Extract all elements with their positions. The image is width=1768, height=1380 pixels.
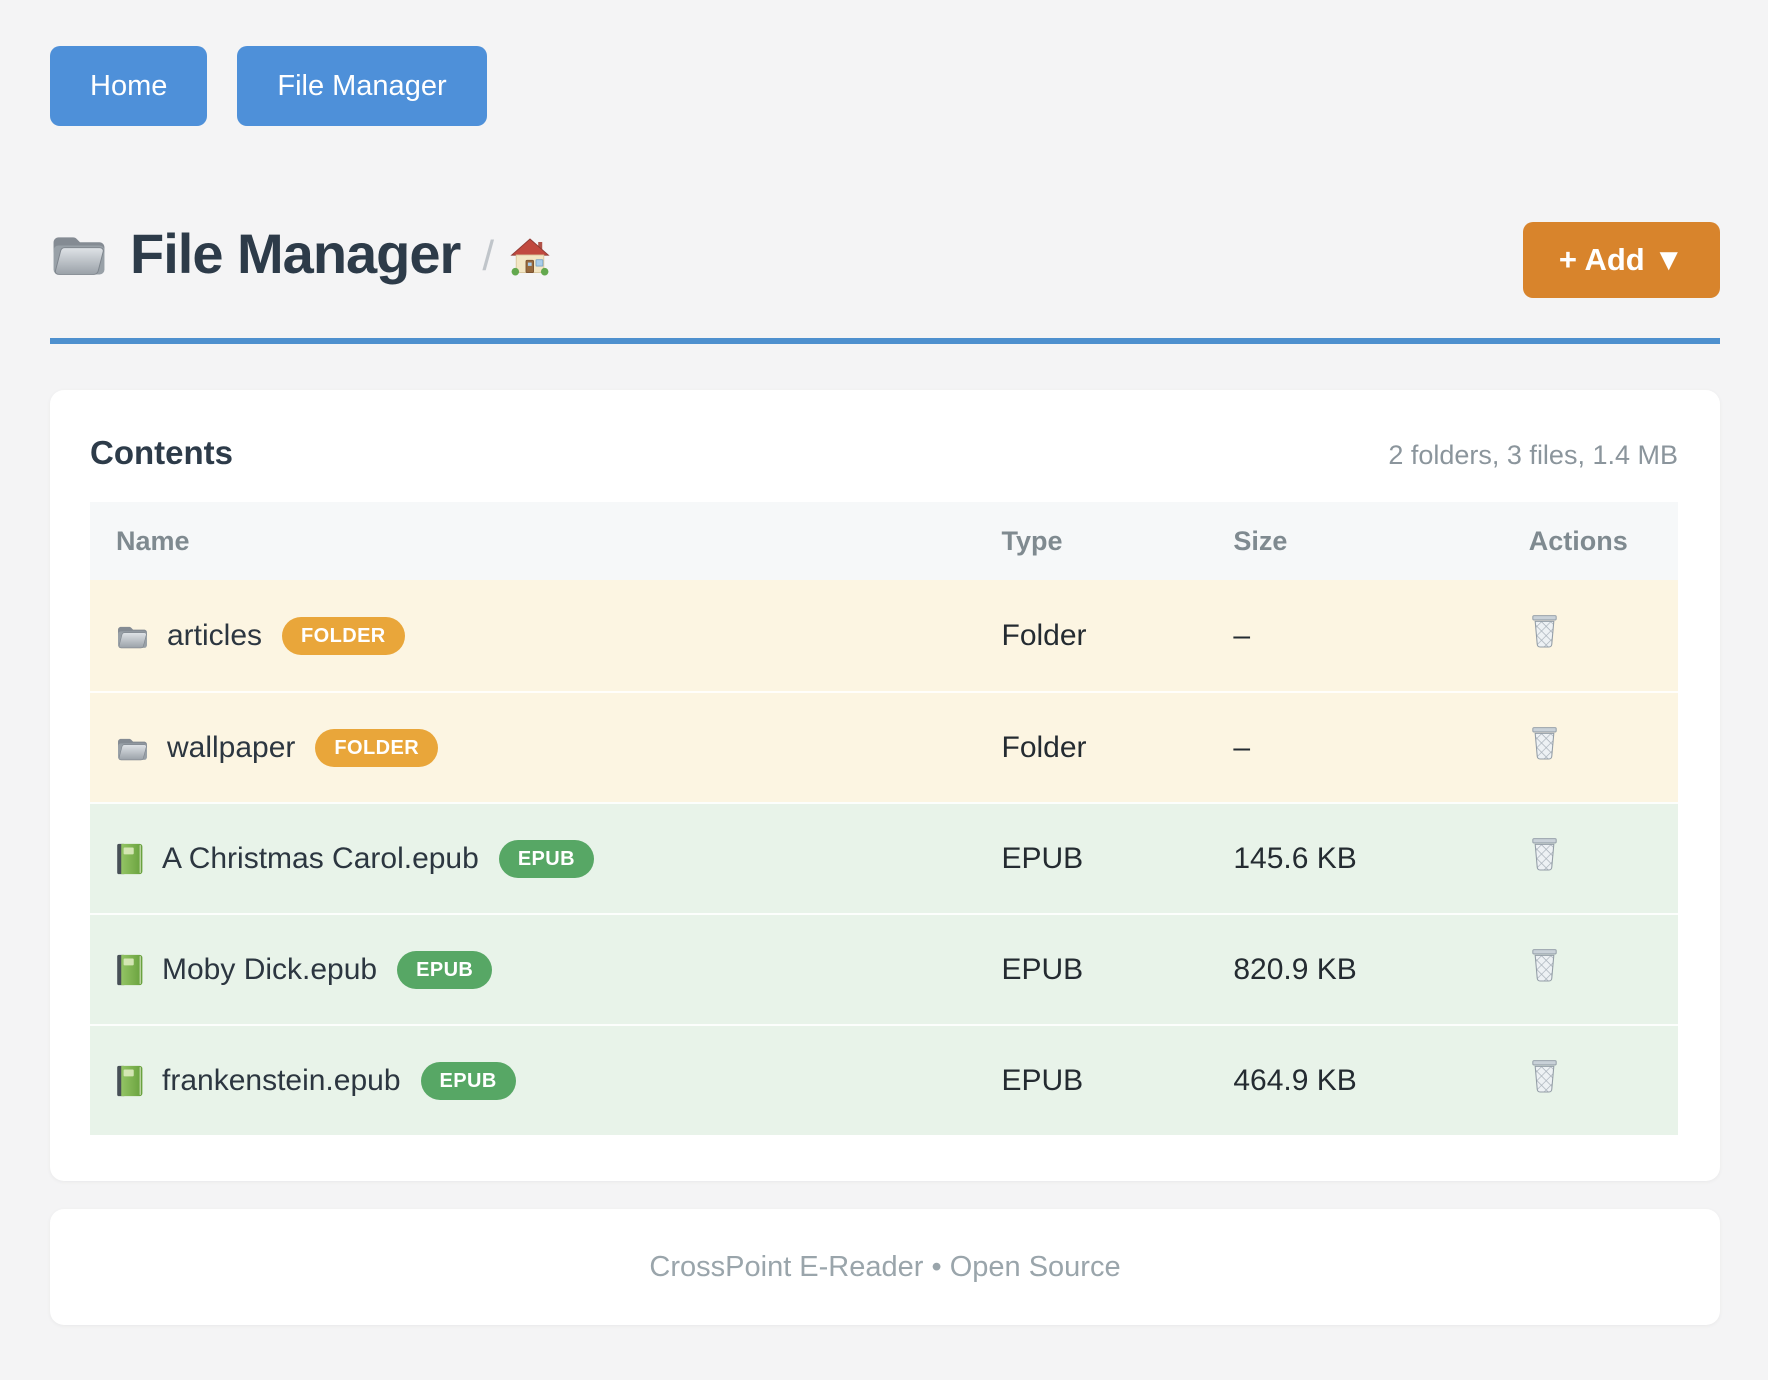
breadcrumb-home-link[interactable] bbox=[510, 238, 550, 276]
type-cell: EPUB bbox=[1002, 953, 1234, 987]
actions-cell bbox=[1529, 836, 1678, 881]
table-row: Moby Dick.epub EPUB EPUB 820.9 KB bbox=[90, 913, 1678, 1024]
home-icon bbox=[510, 238, 550, 276]
folder-badge: FOLDER bbox=[282, 617, 405, 655]
page-title: File Manager bbox=[130, 221, 460, 286]
type-cell: Folder bbox=[1002, 731, 1234, 765]
name-cell: wallpaper FOLDER bbox=[90, 729, 1002, 767]
table-row: wallpaper FOLDER Folder – bbox=[90, 691, 1678, 802]
column-header-size: Size bbox=[1233, 526, 1528, 557]
delete-button[interactable] bbox=[1529, 613, 1560, 650]
book-icon bbox=[116, 954, 144, 986]
table-row: frankenstein.epub EPUB EPUB 464.9 KB bbox=[90, 1024, 1678, 1135]
contents-card: Contents 2 folders, 3 files, 1.4 MB Name… bbox=[50, 390, 1720, 1181]
footer-text: CrossPoint E-Reader • Open Source bbox=[649, 1251, 1120, 1284]
delete-button[interactable] bbox=[1529, 725, 1560, 762]
type-cell: EPUB bbox=[1002, 1064, 1234, 1098]
column-header-actions: Actions bbox=[1529, 526, 1678, 557]
card-head: Contents 2 folders, 3 files, 1.4 MB bbox=[90, 434, 1678, 472]
title-wrap: File Manager / bbox=[50, 221, 550, 286]
trash-icon bbox=[1529, 836, 1560, 873]
actions-cell bbox=[1529, 1058, 1678, 1103]
type-cell: EPUB bbox=[1002, 842, 1234, 876]
page-header: File Manager / + Add ▼ bbox=[50, 208, 1720, 298]
name-cell: frankenstein.epub EPUB bbox=[90, 1062, 1002, 1100]
size-cell: 820.9 KB bbox=[1233, 953, 1528, 987]
trash-icon bbox=[1529, 947, 1560, 984]
column-header-name: Name bbox=[90, 526, 1002, 557]
table-row: articles FOLDER Folder – bbox=[90, 580, 1678, 691]
size-cell: 464.9 KB bbox=[1233, 1064, 1528, 1098]
folder-icon bbox=[116, 622, 149, 650]
nav-home-button[interactable]: Home bbox=[50, 46, 207, 126]
actions-cell bbox=[1529, 613, 1678, 658]
folder-name[interactable]: wallpaper bbox=[167, 731, 295, 765]
folder-badge: FOLDER bbox=[315, 729, 438, 767]
size-cell: – bbox=[1233, 731, 1528, 765]
folder-name[interactable]: articles bbox=[167, 619, 262, 653]
file-manager-page: Home File Manager File Manager / + Add ▼… bbox=[50, 46, 1720, 1325]
book-icon bbox=[116, 1065, 144, 1097]
contents-summary: 2 folders, 3 files, 1.4 MB bbox=[1388, 440, 1678, 471]
delete-button[interactable] bbox=[1529, 1058, 1560, 1095]
trash-icon bbox=[1529, 1058, 1560, 1095]
file-name[interactable]: A Christmas Carol.epub bbox=[162, 842, 479, 876]
epub-badge: EPUB bbox=[421, 1062, 516, 1100]
footer-card: CrossPoint E-Reader • Open Source bbox=[50, 1209, 1720, 1325]
name-cell: A Christmas Carol.epub EPUB bbox=[90, 840, 1002, 878]
folder-icon bbox=[50, 229, 108, 278]
type-cell: Folder bbox=[1002, 619, 1234, 653]
delete-button[interactable] bbox=[1529, 836, 1560, 873]
file-name[interactable]: frankenstein.epub bbox=[162, 1064, 401, 1098]
top-nav: Home File Manager bbox=[50, 46, 1720, 126]
file-table: Name Type Size Actions articles FOLDER F… bbox=[90, 502, 1678, 1135]
nav-file-manager-button[interactable]: File Manager bbox=[237, 46, 486, 126]
header-divider bbox=[50, 338, 1720, 344]
table-row: A Christmas Carol.epub EPUB EPUB 145.6 K… bbox=[90, 802, 1678, 913]
name-cell: articles FOLDER bbox=[90, 617, 1002, 655]
folder-icon bbox=[116, 734, 149, 762]
book-icon bbox=[116, 843, 144, 875]
epub-badge: EPUB bbox=[397, 951, 492, 989]
column-header-type: Type bbox=[1002, 526, 1234, 557]
actions-cell bbox=[1529, 725, 1678, 770]
file-name[interactable]: Moby Dick.epub bbox=[162, 953, 377, 987]
table-header-row: Name Type Size Actions bbox=[90, 502, 1678, 580]
breadcrumb-separator: / bbox=[482, 232, 494, 280]
contents-heading: Contents bbox=[90, 434, 233, 472]
add-button[interactable]: + Add ▼ bbox=[1523, 222, 1720, 298]
trash-icon bbox=[1529, 613, 1560, 650]
size-cell: – bbox=[1233, 619, 1528, 653]
actions-cell bbox=[1529, 947, 1678, 992]
delete-button[interactable] bbox=[1529, 947, 1560, 984]
trash-icon bbox=[1529, 725, 1560, 762]
size-cell: 145.6 KB bbox=[1233, 842, 1528, 876]
name-cell: Moby Dick.epub EPUB bbox=[90, 951, 1002, 989]
epub-badge: EPUB bbox=[499, 840, 594, 878]
